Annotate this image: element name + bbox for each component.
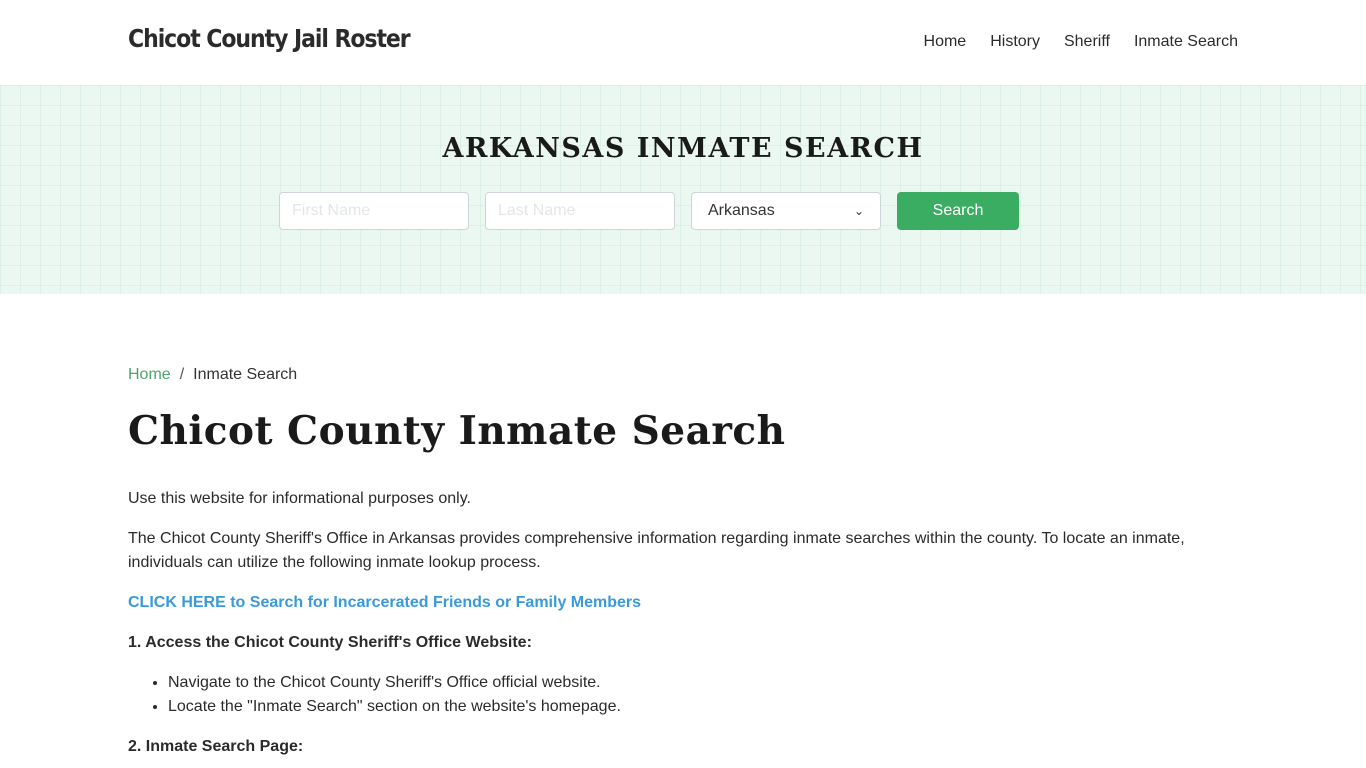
breadcrumb: Home / Inmate Search (128, 366, 1238, 384)
nav-home[interactable]: Home (924, 33, 967, 51)
main-content: Home / Inmate Search Chicot County Inmate … (128, 366, 1238, 759)
nav-inmate-search[interactable]: Inmate Search (1134, 33, 1238, 51)
search-button[interactable]: Search (897, 192, 1019, 230)
intro-text: Use this website for informational purpo… (128, 489, 471, 507)
main-nav: Home History Sheriff Inmate Search (900, 33, 1238, 51)
search-friends-link[interactable]: CLICK HERE to Search for Incarcerated Fr… (128, 594, 641, 611)
step-1-title: 1. Access the Chicot County Sheriff's Of… (128, 633, 532, 651)
state-select-value: Arkansas (708, 202, 775, 219)
nav-history[interactable]: History (990, 33, 1040, 51)
state-select[interactable]: Arkansas ⌄ (691, 192, 881, 230)
breadcrumb-current: Inmate Search (193, 366, 298, 383)
step-2-title: 2. Inmate Search Page: (128, 737, 304, 755)
list-item: Navigate to the Chicot County Sheriff's … (168, 671, 1238, 695)
breadcrumb-home[interactable]: Home (128, 366, 171, 383)
description-text: The Chicot County Sheriff's Office in Ar… (128, 529, 1185, 571)
chevron-down-icon: ⌄ (853, 204, 864, 218)
step-1-list: Navigate to the Chicot County Sheriff's … (128, 671, 1238, 719)
breadcrumb-separator: / (179, 366, 185, 383)
last-name-input[interactable] (485, 192, 675, 230)
search-form: Arkansas ⌄ Search (279, 192, 1019, 230)
site-logo[interactable]: Chicot County Jail Roster (128, 24, 411, 53)
nav-sheriff[interactable]: Sheriff (1064, 33, 1110, 51)
hero-title: ARKANSAS INMATE SEARCH (442, 133, 924, 164)
list-item: Locate the "Inmate Search" section on th… (168, 695, 1238, 719)
page-title: Chicot County Inmate Search (128, 408, 786, 454)
search-hero: ARKANSAS INMATE SEARCH Arkansas ⌄ Search (0, 85, 1366, 294)
first-name-input[interactable] (279, 192, 469, 230)
site-header: Chicot County Jail Roster Home History S… (0, 0, 1366, 85)
